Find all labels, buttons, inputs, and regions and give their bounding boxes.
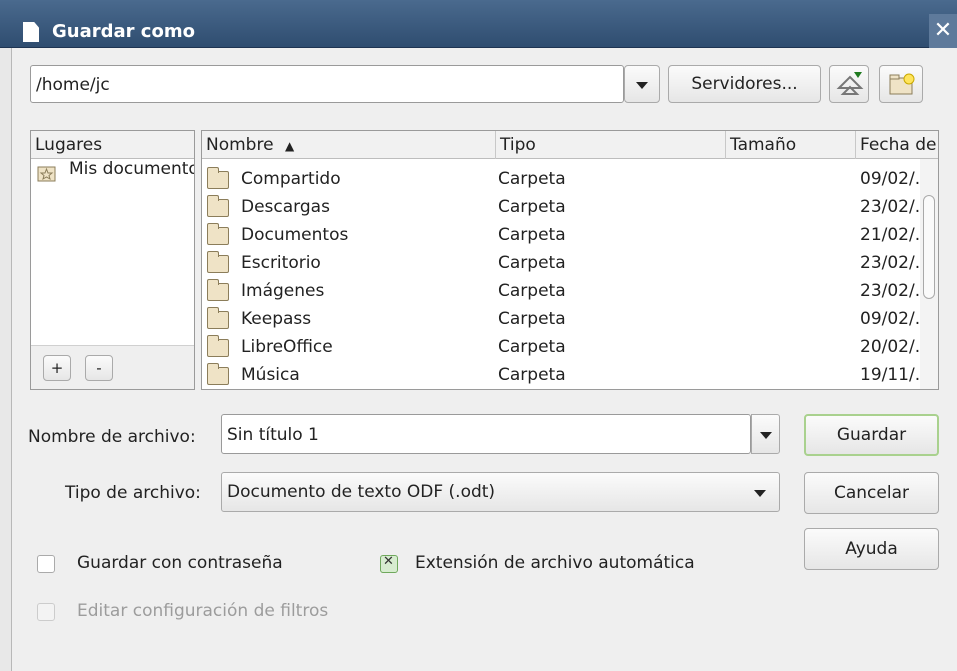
save-button[interactable]: Guardar — [804, 414, 939, 456]
table-row[interactable]: Imágenes Carpeta 23/02/. — [202, 277, 938, 305]
filename-input[interactable]: Sin título 1 — [221, 414, 751, 454]
column-type[interactable]: Tipo — [496, 131, 726, 159]
places-item-my-documents[interactable]: Mis documentos — [31, 159, 194, 185]
table-row[interactable]: Música Carpeta 19/11/. — [202, 361, 938, 389]
file-type: Carpeta — [498, 197, 566, 217]
filename-dropdown-button[interactable] — [751, 414, 780, 454]
help-button[interactable]: Ayuda — [804, 528, 939, 570]
file-date: 19/11/. — [860, 365, 920, 385]
file-date: 23/02/. — [860, 197, 920, 217]
auto-extension-label[interactable]: Extensión de archivo automática — [415, 553, 695, 573]
file-type: Carpeta — [498, 253, 566, 273]
filetype-value: Documento de texto ODF (.odt) — [227, 482, 496, 502]
close-icon[interactable]: ✕ — [929, 14, 957, 48]
file-name: Compartido — [241, 169, 341, 189]
file-date: 20/02/. — [860, 337, 920, 357]
places-header: Lugares — [31, 131, 194, 159]
filter-settings-checkbox — [37, 603, 55, 621]
remove-place-button[interactable]: - — [85, 355, 113, 381]
folder-icon — [207, 279, 229, 301]
file-rows: Compartido Carpeta 09/02/. Descargas Car… — [202, 165, 920, 389]
folder-icon — [207, 223, 229, 245]
scrollbar-track[interactable] — [920, 159, 938, 389]
file-date: 23/02/. — [860, 281, 920, 301]
file-type: Carpeta — [498, 225, 566, 245]
filetype-label: Tipo de archivo: — [65, 483, 201, 503]
folder-icon — [207, 195, 229, 217]
table-row[interactable]: Descargas Carpeta 23/02/. — [202, 193, 938, 221]
favorite-folder-icon — [37, 166, 56, 182]
document-icon — [23, 22, 39, 42]
file-date: 09/02/. — [860, 309, 920, 329]
file-name: Descargas — [241, 197, 330, 217]
new-folder-button[interactable] — [879, 65, 923, 103]
scrollbar-thumb[interactable] — [923, 195, 935, 299]
title-bar: Guardar como ✕ — [0, 0, 957, 48]
filename-value: Sin título 1 — [227, 425, 319, 445]
table-row[interactable]: Documentos Carpeta 21/02/. — [202, 221, 938, 249]
filter-settings-label: Editar configuración de filtros — [77, 601, 329, 621]
file-type: Carpeta — [498, 337, 566, 357]
up-level-button[interactable] — [829, 65, 869, 103]
file-name: Escritorio — [241, 253, 321, 273]
file-name: Keepass — [241, 309, 312, 329]
column-name-label: Nombre — [206, 135, 274, 155]
file-name: Música — [241, 365, 300, 385]
places-item-label: Mis documentos — [69, 159, 194, 179]
file-date: 23/02/. — [860, 253, 920, 273]
folder-icon — [207, 335, 229, 357]
password-checkbox[interactable] — [37, 555, 55, 573]
file-type: Carpeta — [498, 281, 566, 301]
file-type: Carpeta — [498, 169, 566, 189]
table-row[interactable]: LibreOffice Carpeta 20/02/. — [202, 333, 938, 361]
new-folder-icon — [889, 73, 915, 95]
folder-icon — [207, 251, 229, 273]
auto-extension-checkbox[interactable] — [380, 554, 398, 573]
cancel-button[interactable]: Cancelar — [804, 472, 939, 514]
chevron-down-icon — [760, 432, 772, 439]
folder-icon — [207, 363, 229, 385]
places-panel: Lugares Mis documentos + - — [30, 130, 195, 390]
file-name: Documentos — [241, 225, 349, 245]
up-folder-icon — [836, 72, 864, 95]
chevron-down-icon — [754, 490, 766, 497]
column-date[interactable]: Fecha de — [856, 131, 938, 159]
file-list-header: Nombre ▲ Tipo Tamaño Fecha de — [202, 131, 938, 159]
folder-icon — [207, 307, 229, 329]
file-date: 21/02/. — [860, 225, 920, 245]
file-type: Carpeta — [498, 309, 566, 329]
save-dialog: /home/jc Servidores... Lugares Mis docum… — [11, 48, 957, 671]
path-value: /home/jc — [36, 75, 110, 95]
path-dropdown-button[interactable] — [624, 65, 660, 103]
file-date: 09/02/. — [860, 169, 920, 189]
file-name: Imágenes — [241, 281, 325, 301]
folder-icon — [207, 167, 229, 189]
file-name: LibreOffice — [241, 337, 333, 357]
table-row[interactable]: Keepass Carpeta 09/02/. — [202, 305, 938, 333]
chevron-down-icon — [636, 82, 648, 89]
filename-label: Nombre de archivo: — [28, 427, 196, 447]
filetype-select[interactable]: Documento de texto ODF (.odt) — [221, 472, 780, 512]
column-name[interactable]: Nombre ▲ — [202, 131, 496, 159]
password-label[interactable]: Guardar con contraseña — [77, 553, 283, 573]
file-type: Carpeta — [498, 365, 566, 385]
table-row[interactable]: Compartido Carpeta 09/02/. — [202, 165, 938, 193]
file-list: Nombre ▲ Tipo Tamaño Fecha de Compartido… — [201, 130, 939, 390]
column-size[interactable]: Tamaño — [726, 131, 856, 159]
path-field[interactable]: /home/jc — [30, 65, 624, 103]
servers-button[interactable]: Servidores... — [668, 65, 821, 103]
places-header-label: Lugares — [35, 135, 103, 155]
window-title: Guardar como — [52, 21, 195, 42]
sort-ascending-icon: ▲ — [284, 139, 295, 153]
add-place-button[interactable]: + — [43, 355, 71, 381]
table-row[interactable]: Escritorio Carpeta 23/02/. — [202, 249, 938, 277]
